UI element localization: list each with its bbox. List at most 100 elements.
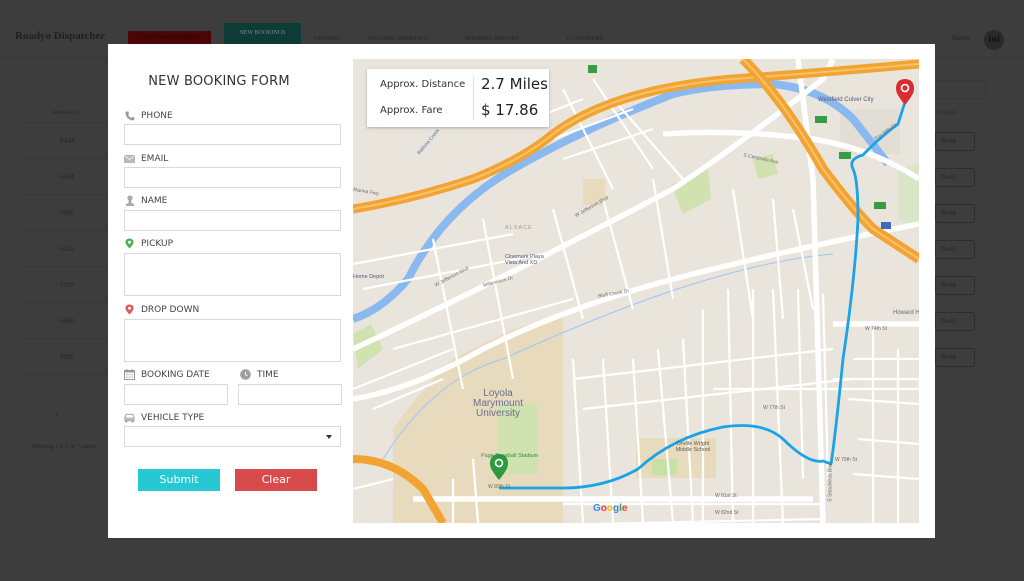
clock-icon — [240, 369, 251, 380]
table-search-input[interactable] — [930, 80, 986, 99]
booking-id-header: BOOKING ID — [22, 105, 112, 123]
nav-ongoing-bookings-link[interactable]: Ongoing Bookings — [368, 36, 429, 42]
table-row[interactable]: 6085 — [22, 339, 112, 375]
route-map[interactable]: Westfield Culver City Loyola Marymount U… — [353, 59, 919, 523]
dropoff-label-text: DROP DOWN — [141, 304, 200, 315]
name-input[interactable] — [125, 214, 340, 234]
w79th-label: W 79th St — [835, 457, 857, 463]
pagination-prev[interactable]: ‹ — [44, 411, 46, 419]
booking-date-label: BOOKING DATE — [124, 369, 210, 380]
phone-label: PHONE — [124, 110, 173, 121]
name-field[interactable] — [124, 210, 341, 234]
w80th-label: W 80th St — [488, 484, 510, 490]
w81st-label: W 81st St — [715, 493, 737, 499]
nav-drivers-link[interactable]: Drivers — [314, 36, 340, 42]
highway-shield — [815, 116, 827, 123]
pagination-page-1[interactable]: 1 — [55, 411, 59, 419]
dropoff-field[interactable] — [124, 319, 341, 362]
dropoff-label: DROP DOWN — [124, 304, 199, 315]
table-row[interactable]: 6460 — [22, 303, 112, 339]
submit-button[interactable]: Submit — [138, 469, 220, 491]
distance-label: Approx. Distance — [380, 79, 466, 90]
email-label-text: EMAIL — [141, 153, 169, 164]
email-label: EMAIL — [124, 153, 168, 164]
distance-row: Approx. Distance 2.7 Miles — [367, 72, 549, 98]
new-booking-modal: NEW BOOKING FORM PHONE EMAIL NAME PICKUP… — [108, 44, 935, 538]
interstate-shield — [881, 222, 891, 229]
distance-value: 2.7 Miles — [481, 75, 548, 93]
booking-date-label-text: BOOKING DATE — [141, 369, 210, 380]
table-row[interactable]: 5199 — [22, 267, 112, 303]
booking-form: NEW BOOKING FORM PHONE EMAIL NAME PICKUP… — [108, 44, 353, 538]
stadium-label[interactable]: Page Baseball Stadium — [481, 453, 538, 459]
pickup-pin-icon — [124, 238, 135, 249]
book-button[interactable]: Book — [935, 239, 975, 259]
email-field[interactable] — [124, 167, 341, 191]
chevron-down-icon[interactable] — [326, 435, 332, 439]
westfield-label[interactable]: Westfield Culver City — [818, 97, 874, 103]
vehicle-type-label: VEHICLE TYPE — [124, 412, 204, 423]
dropoff-pin-icon — [124, 304, 135, 315]
w77th-label: W 77th St — [763, 405, 785, 411]
dropoff-input[interactable] — [125, 320, 340, 361]
fare-row: Approx. Fare $ 17.86 — [367, 98, 549, 124]
bookings-table-id-column: BOOKING ID 6444 6584 5906 6245 5199 6460… — [22, 105, 112, 375]
table-row[interactable]: 6584 — [22, 159, 112, 195]
howard-label: Howard Hughes Pkwy — [893, 310, 919, 316]
time-field[interactable] — [238, 384, 342, 408]
table-row[interactable]: 5906 — [22, 195, 112, 231]
time-input[interactable] — [239, 388, 341, 408]
name-label: NAME — [124, 195, 167, 206]
time-label: TIME — [240, 369, 279, 380]
name-label-text: NAME — [141, 195, 168, 206]
pickup-label: PICKUP — [124, 238, 173, 249]
status-header: STATUS — [938, 111, 956, 116]
phone-label-text: PHONE — [141, 110, 173, 121]
clear-button[interactable]: Clear — [235, 469, 317, 491]
cinemark-label[interactable]: Cinemark Playa Vista And XD — [505, 254, 550, 266]
table-row[interactable]: 6245 — [22, 231, 112, 267]
car-icon — [124, 412, 135, 423]
nav-customers-link[interactable]: Customers — [567, 36, 603, 42]
brand-logo: Roadyo Dispatcher — [15, 30, 105, 42]
vehicle-type-select[interactable] — [124, 426, 341, 447]
pickup-input[interactable] — [125, 254, 340, 295]
pickup-field[interactable] — [124, 253, 341, 296]
bookings-table-status-column: STATUS Book Book Book Book Book Book Boo… — [935, 105, 985, 375]
nav-booking-history-link[interactable]: Booking History — [465, 36, 520, 42]
brand-text: Roadyo Dispatcher — [15, 30, 106, 42]
book-button[interactable]: Book — [935, 131, 975, 151]
w74th-label: W 74th St — [865, 326, 887, 332]
calendar-icon — [124, 369, 135, 380]
orville-school-label[interactable]: Orville Wright Middle School — [673, 441, 713, 453]
fare-estimate-panel: Approx. Distance 2.7 Miles Approx. Fare … — [367, 69, 549, 127]
book-button[interactable]: Book — [935, 275, 975, 295]
phone-icon — [124, 110, 135, 121]
google-logo: Google — [593, 503, 628, 514]
fare-value: $ 17.86 — [481, 101, 539, 119]
vehicle-type-label-text: VEHICLE TYPE — [141, 412, 205, 423]
lmu-label[interactable]: Loyola Marymount University — [463, 389, 533, 419]
fare-label: Approx. Fare — [380, 105, 443, 116]
user-avatar[interactable]: Ini — [984, 30, 1004, 50]
phone-field[interactable] — [124, 124, 341, 148]
phone-input[interactable] — [125, 128, 340, 148]
alsace-label: ALSACE — [505, 225, 533, 231]
sepulveda-label: S Sepulveda Blvd — [827, 462, 834, 502]
booking-date-input[interactable] — [125, 388, 227, 408]
booking-date-field[interactable] — [124, 384, 228, 408]
nav-add-booking-button[interactable]: Add New Booking — [128, 31, 211, 45]
book-button[interactable]: Book — [935, 167, 975, 187]
book-button[interactable]: Book — [935, 311, 975, 331]
home-depot-label[interactable]: Home Depot — [353, 274, 384, 280]
nav-new-bookings-tab[interactable]: New Bookings — [224, 23, 301, 45]
book-button[interactable]: Book — [935, 347, 975, 367]
email-input[interactable] — [125, 171, 340, 191]
time-label-text: TIME — [257, 369, 279, 380]
user-name[interactable]: Shreja — [951, 34, 969, 42]
highway-shield — [588, 65, 597, 73]
book-button[interactable]: Book — [935, 203, 975, 223]
entries-info: Showing 1 to 7 of 7 entries — [32, 444, 97, 450]
table-row[interactable]: 6444 — [22, 123, 112, 159]
user-icon — [124, 195, 135, 206]
